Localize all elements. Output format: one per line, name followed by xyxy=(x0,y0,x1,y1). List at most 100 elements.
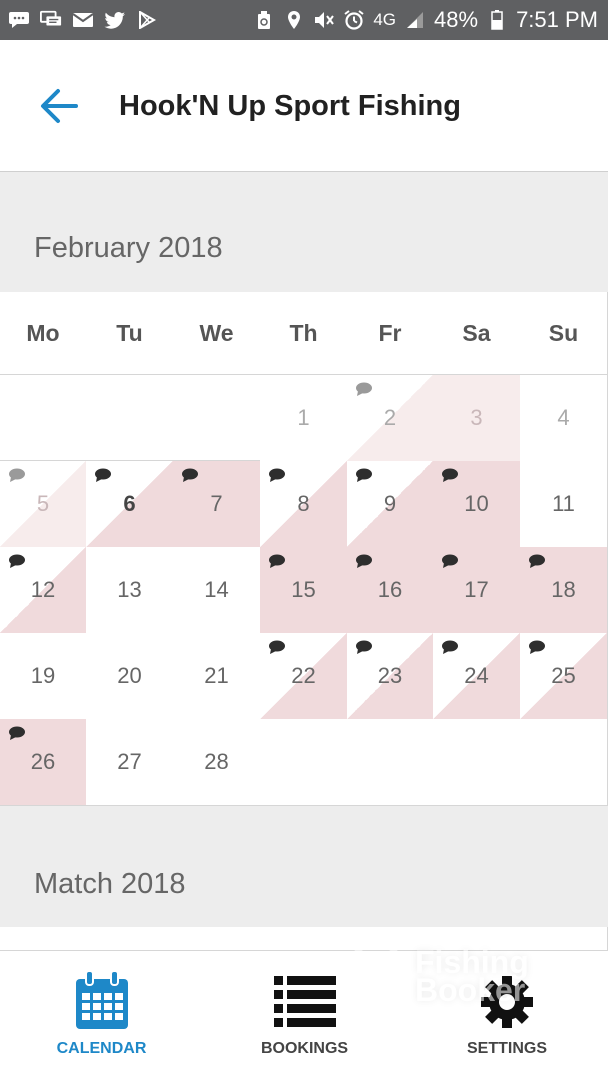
weekday-header-fr: Fr xyxy=(347,292,434,375)
day-cell-25[interactable]: 25 xyxy=(520,633,608,720)
weekday-header-we: We xyxy=(173,292,261,375)
day-number: 20 xyxy=(117,663,142,688)
month-label-february: February 2018 xyxy=(34,232,223,264)
day-cell-20[interactable]: 20 xyxy=(86,633,174,720)
day-cell-11[interactable]: 11 xyxy=(520,461,608,548)
day-cell-3[interactable]: 3 xyxy=(433,375,521,462)
note-icon xyxy=(9,468,25,482)
note-icon xyxy=(529,640,545,654)
nav-calendar-label: CALENDAR xyxy=(56,1040,147,1057)
nav-settings[interactable]: SETTINGS xyxy=(406,951,608,1081)
battery-percent: 48% xyxy=(434,7,479,32)
day-cell-16[interactable]: 16 xyxy=(347,547,434,634)
day-cell-28[interactable]: 28 xyxy=(173,719,261,806)
play-store-icon xyxy=(136,11,158,29)
recycle-icon xyxy=(253,11,275,29)
day-number: 13 xyxy=(117,577,142,602)
calendar-scroll-area[interactable]: February 2018 Mo Tu We Th Fr Sa Su 1 2 3 4 5 6 7 8 9 10… xyxy=(0,172,608,950)
weekday-header-partial xyxy=(260,927,348,950)
weekday-header-th: Th xyxy=(260,292,348,375)
day-cell-23[interactable]: 23 xyxy=(347,633,434,720)
day-cell-24[interactable]: 24 xyxy=(433,633,521,720)
list-icon xyxy=(273,976,336,1027)
note-icon xyxy=(9,726,25,740)
month-label-march: Match 2018 xyxy=(34,868,186,900)
bottom-navigation: CALENDAR BOOKINGS SETTINGS xyxy=(0,950,608,1081)
day-cell-14[interactable]: 14 xyxy=(173,547,261,634)
day-number: 3 xyxy=(470,405,483,430)
chat-icon xyxy=(40,10,62,29)
day-cell-13[interactable]: 13 xyxy=(86,547,174,634)
location-icon xyxy=(283,11,305,29)
day-cell-4[interactable]: 4 xyxy=(520,375,608,462)
day-cell-7[interactable]: 7 xyxy=(173,461,261,548)
weekday-header-partial xyxy=(433,927,521,950)
calendar-icon xyxy=(75,971,128,1029)
day-cell-26[interactable]: 26 xyxy=(0,719,87,806)
weekday-header-tu: Tu xyxy=(86,292,174,375)
battery-icon xyxy=(486,10,508,30)
day-cell-9[interactable]: 9 xyxy=(347,461,434,548)
note-icon xyxy=(356,382,372,396)
day-cell-6[interactable]: 6 xyxy=(86,461,174,548)
note-icon xyxy=(529,554,545,568)
note-icon xyxy=(269,640,285,654)
network-type: 4G xyxy=(373,10,397,29)
page-title: Hook'N Up Sport Fishing xyxy=(119,90,461,122)
day-cell-22[interactable]: 22 xyxy=(260,633,348,720)
note-icon xyxy=(356,640,372,654)
note-icon xyxy=(442,640,458,654)
back-arrow-icon xyxy=(41,89,78,123)
mute-icon xyxy=(313,11,335,29)
mail-icon xyxy=(72,11,94,29)
day-cell-2[interactable]: 2 xyxy=(347,375,434,462)
day-number: 27 xyxy=(117,749,142,774)
alarm-icon xyxy=(343,10,365,30)
weekday-header-partial xyxy=(86,927,174,950)
weekday-header-mo: Mo xyxy=(0,292,87,375)
empty-cell xyxy=(0,375,261,461)
note-icon xyxy=(356,468,372,482)
day-number: 14 xyxy=(204,577,229,602)
day-cell-12[interactable]: 12 xyxy=(0,547,87,634)
weekday-header-partial xyxy=(520,927,608,950)
day-cell-8[interactable]: 8 xyxy=(260,461,348,548)
nav-bookings[interactable]: BOOKINGS xyxy=(203,951,406,1081)
system-status: 4G 48% 7:51 PM xyxy=(253,7,608,33)
notification-icons xyxy=(0,10,158,29)
day-number: 1 xyxy=(297,405,310,430)
day-number: 11 xyxy=(552,491,575,516)
note-icon xyxy=(442,554,458,568)
app-bar: Hook'N Up Sport Fishing xyxy=(0,40,608,172)
day-cell-19[interactable]: 19 xyxy=(0,633,87,720)
empty-cell xyxy=(260,719,608,806)
day-cell-17[interactable]: 17 xyxy=(433,547,521,634)
note-icon xyxy=(269,554,285,568)
nav-settings-label: SETTINGS xyxy=(466,1040,547,1057)
day-cell-21[interactable]: 21 xyxy=(173,633,261,720)
day-cell-15[interactable]: 15 xyxy=(260,547,348,634)
nav-calendar[interactable]: CALENDAR xyxy=(0,951,203,1081)
note-icon xyxy=(442,468,458,482)
note-icon xyxy=(269,468,285,482)
day-number: 28 xyxy=(204,749,229,774)
weekday-header-partial xyxy=(0,927,87,950)
day-cell-1[interactable]: 1 xyxy=(260,375,348,462)
weekday-header-sa: Sa xyxy=(433,292,521,375)
calendar-grid-march xyxy=(0,927,608,950)
note-icon xyxy=(95,468,111,482)
status-bar: 4G 48% 7:51 PM xyxy=(0,0,608,40)
note-icon xyxy=(356,554,372,568)
twitter-icon xyxy=(104,11,126,29)
day-cell-27[interactable]: 27 xyxy=(86,719,174,806)
day-number: 19 xyxy=(30,663,56,688)
day-cell-18[interactable]: 18 xyxy=(520,547,608,634)
weekday-header-su: Su xyxy=(520,292,608,375)
day-cell-5[interactable]: 5 xyxy=(0,461,87,548)
note-icon xyxy=(182,468,198,482)
day-number: 21 xyxy=(204,663,229,688)
nav-bookings-label: BOOKINGS xyxy=(260,1040,349,1057)
day-cell-10[interactable]: 10 xyxy=(433,461,521,548)
clock: 7:51 PM xyxy=(516,7,598,32)
back-button[interactable] xyxy=(38,86,82,126)
